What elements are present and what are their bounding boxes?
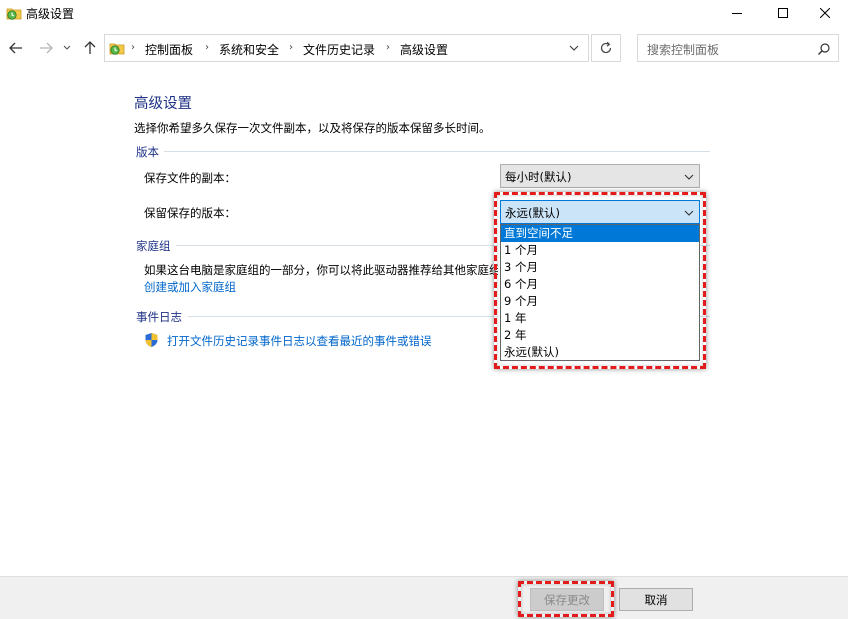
eventlog-group-label: 事件日志 bbox=[136, 310, 182, 324]
option-9-months[interactable]: 9 个月 bbox=[501, 293, 699, 310]
close-icon bbox=[820, 8, 830, 18]
search-icon[interactable] bbox=[817, 42, 831, 56]
chevron-down-icon bbox=[569, 45, 579, 51]
option-1-year[interactable]: 1 年 bbox=[501, 310, 699, 327]
chevron-right-icon[interactable]: › bbox=[131, 42, 135, 53]
arrow-up-icon bbox=[84, 41, 96, 54]
option-3-months[interactable]: 3 个月 bbox=[501, 259, 699, 276]
homegroup-group-label: 家庭组 bbox=[136, 239, 171, 253]
create-join-homegroup-link[interactable]: 创建或加入家庭组 bbox=[144, 279, 236, 295]
recent-locations-button[interactable] bbox=[60, 37, 74, 59]
file-history-icon bbox=[6, 5, 22, 21]
group-divider bbox=[176, 245, 498, 246]
title-bar: 高级设置 bbox=[0, 0, 848, 26]
chevron-down-icon bbox=[63, 45, 71, 50]
refresh-button[interactable] bbox=[591, 34, 621, 62]
breadcrumb-system-security[interactable]: 系统和安全 bbox=[219, 41, 279, 58]
chevron-right-icon[interactable]: › bbox=[205, 42, 209, 53]
search-input[interactable]: 搜索控制面板 bbox=[637, 34, 839, 62]
window-title: 高级设置 bbox=[26, 7, 75, 21]
uac-shield-icon bbox=[144, 332, 159, 348]
save-copies-value: 每小时(默认) bbox=[505, 170, 572, 184]
bottom-button-bar: 保存更改 取消 bbox=[0, 576, 848, 619]
option-1-month[interactable]: 1 个月 bbox=[501, 242, 699, 259]
address-history-dropdown[interactable] bbox=[567, 41, 581, 55]
keep-versions-options-list[interactable]: 直到空间不足 1 个月 3 个月 6 个月 9 个月 1 年 2 年 永远(默认… bbox=[500, 224, 700, 361]
arrow-left-icon bbox=[9, 42, 22, 54]
up-button[interactable] bbox=[80, 37, 100, 59]
file-history-icon bbox=[109, 40, 125, 56]
address-bar[interactable]: › 控制面板 › 系统和安全 › 文件历史记录 › 高级设置 bbox=[104, 34, 589, 62]
maximize-icon bbox=[778, 8, 788, 18]
minimize-button[interactable] bbox=[714, 0, 760, 26]
arrow-right-icon bbox=[40, 42, 53, 54]
group-divider bbox=[164, 151, 710, 152]
minimize-icon bbox=[732, 13, 742, 14]
keep-versions-value: 永远(默认) bbox=[505, 206, 560, 220]
group-divider bbox=[700, 316, 710, 317]
save-copies-dropdown[interactable]: 每小时(默认) bbox=[500, 164, 700, 188]
chevron-right-icon[interactable]: › bbox=[386, 42, 390, 53]
option-forever[interactable]: 永远(默认) bbox=[501, 344, 699, 361]
chevron-down-icon bbox=[684, 210, 694, 216]
save-changes-button[interactable]: 保存更改 bbox=[530, 588, 604, 611]
breadcrumb-file-history[interactable]: 文件历史记录 bbox=[303, 41, 375, 58]
close-button[interactable] bbox=[802, 0, 848, 26]
homegroup-description: 如果这台电脑是家庭组的一部分，你可以将此驱动器推荐给其他家庭组成员。 bbox=[144, 263, 498, 277]
group-divider bbox=[700, 245, 710, 246]
forward-button[interactable] bbox=[36, 37, 56, 59]
versions-group-label: 版本 bbox=[136, 145, 159, 159]
keep-versions-label: 保留保存的版本： bbox=[144, 206, 236, 220]
group-divider bbox=[188, 316, 498, 317]
option-2-years[interactable]: 2 年 bbox=[501, 327, 699, 344]
open-event-log-link[interactable]: 打开文件历史记录事件日志以查看最近的事件或错误 bbox=[167, 333, 432, 349]
page-title: 高级设置 bbox=[134, 96, 192, 112]
cancel-button[interactable]: 取消 bbox=[619, 588, 693, 611]
breadcrumb-control-panel[interactable]: 控制面板 bbox=[145, 41, 193, 58]
search-placeholder: 搜索控制面板 bbox=[647, 43, 720, 57]
page-description: 选择你希望多久保存一次文件副本，以及将保存的版本保留多长时间。 bbox=[134, 121, 491, 135]
option-6-months[interactable]: 6 个月 bbox=[501, 276, 699, 293]
option-until-space-needed[interactable]: 直到空间不足 bbox=[501, 225, 699, 242]
breadcrumb-advanced-settings[interactable]: 高级设置 bbox=[400, 41, 448, 58]
refresh-icon bbox=[600, 41, 612, 54]
save-copies-label: 保存文件的副本： bbox=[144, 171, 236, 185]
keep-versions-dropdown[interactable]: 永远(默认) bbox=[500, 200, 700, 224]
maximize-button[interactable] bbox=[760, 0, 806, 26]
back-button[interactable] bbox=[6, 37, 26, 59]
chevron-right-icon[interactable]: › bbox=[289, 42, 293, 53]
chevron-down-icon bbox=[684, 174, 694, 180]
